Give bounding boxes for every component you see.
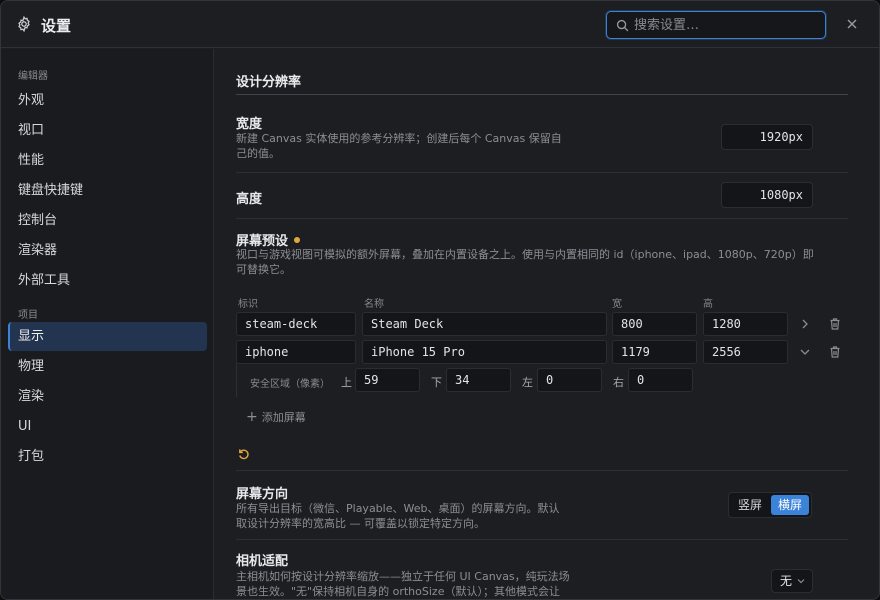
camera-fit-select[interactable]: 无 — [771, 569, 813, 593]
orientation-description-line-2: 取设计分辨率的宽高比 — 可覆盖以锁定特定方向。 — [236, 517, 485, 530]
column-header-id: 标识 — [238, 299, 258, 310]
reset-icon[interactable] — [237, 447, 251, 461]
divider — [236, 539, 848, 540]
divider — [236, 470, 848, 471]
sidebar-item-external-tools[interactable]: 外部工具 — [8, 266, 207, 295]
sidebar-item-rendering[interactable]: 渲染 — [8, 382, 207, 411]
safe-area-top-input[interactable]: 59 — [355, 368, 420, 392]
settings-panel: 设计分辨率 宽度 新建 Canvas 实体使用的参考分辨率；创建后每个 Canv… — [215, 49, 879, 599]
width-input[interactable]: 1920px — [721, 124, 813, 150]
width-description-line-2: 己的值。 — [236, 147, 280, 160]
orientation-label: 屏幕方向 — [236, 487, 289, 502]
sidebar-item-renderer[interactable]: 渲染器 — [8, 236, 207, 265]
column-header-name: 名称 — [364, 299, 384, 310]
safe-area-top-label: 上 — [341, 376, 352, 389]
close-icon[interactable] — [843, 15, 861, 33]
search-icon — [616, 19, 629, 32]
safe-area-bottom-input[interactable]: 34 — [446, 368, 511, 392]
sidebar-item-shortcuts[interactable]: 键盘快捷键 — [8, 176, 207, 205]
sidebar-item-packaging[interactable]: 打包 — [8, 442, 207, 471]
preset-width-input[interactable]: 800 — [612, 312, 697, 336]
safe-area-label: 安全区域（像素） — [250, 379, 330, 390]
width-description-line-1: 新建 Canvas 实体使用的参考分辨率；创建后每个 Canvas 保留自 — [236, 132, 562, 145]
window-title: 设置 — [41, 17, 72, 35]
height-input[interactable]: 1080px — [721, 182, 813, 208]
section-title: 设计分辨率 — [236, 75, 302, 90]
sidebar-item-physics[interactable]: 物理 — [8, 352, 207, 381]
preset-id-input[interactable]: steam-deck — [236, 312, 356, 336]
camera-fit-description-line-1: 主相机如何按设计分辨率缩放——独立于任何 UI Canvas，纯玩法场 — [236, 570, 570, 583]
section-divider — [236, 94, 848, 95]
safe-area-bottom-label: 下 — [431, 376, 442, 389]
sidebar-item-display[interactable]: 显示 — [8, 322, 207, 351]
preset-id-input[interactable]: iphone — [236, 340, 356, 364]
safe-area-right-input[interactable]: 0 — [628, 368, 693, 392]
add-screen-label: 添加屏幕 — [261, 411, 306, 424]
column-header-width: 宽 — [612, 299, 622, 310]
sidebar-item-ui[interactable]: UI — [8, 412, 207, 441]
trash-icon[interactable] — [828, 317, 842, 331]
sidebar-item-viewport[interactable]: 视口 — [8, 116, 207, 145]
safe-area-left-input[interactable]: 0 — [537, 368, 602, 392]
settings-window: 设置 编辑器 外观 视口 性能 键盘快捷键 控制台 渲染器 外部工具 项目 显示… — [0, 0, 880, 600]
preset-height-input[interactable]: 2556 — [703, 340, 788, 364]
preset-height-input[interactable]: 1280 — [703, 312, 788, 336]
divider — [236, 218, 848, 219]
orientation-landscape-option[interactable]: 横屏 — [771, 495, 809, 515]
divider — [236, 172, 848, 173]
camera-fit-label: 相机适配 — [236, 554, 289, 569]
orientation-toggle: 竖屏 横屏 — [728, 492, 812, 518]
safe-area-editor: 安全区域（像素） 上 59 下 34 左 0 右 0 — [236, 363, 808, 397]
sidebar-item-console[interactable]: 控制台 — [8, 206, 207, 235]
width-label: 宽度 — [236, 117, 263, 132]
sidebar: 编辑器 外观 视口 性能 键盘快捷键 控制台 渲染器 外部工具 项目 显示 物理… — [1, 49, 214, 599]
height-label: 高度 — [236, 192, 263, 207]
add-screen-button[interactable]: + 添加屏幕 — [246, 409, 306, 425]
sidebar-item-appearance[interactable]: 外观 — [8, 86, 207, 115]
safe-area-left-label: 左 — [522, 376, 533, 389]
preset-name-input[interactable]: Steam Deck — [362, 312, 607, 336]
preset-width-input[interactable]: 1179 — [612, 340, 697, 364]
gear-icon — [18, 16, 30, 32]
plus-icon: + — [246, 409, 258, 425]
presets-description-line-1: 视口与游戏视图可模拟的额外屏幕，叠加在内置设备之上。使用与内置相同的 id（ip… — [236, 248, 814, 261]
chevron-right-icon[interactable] — [798, 317, 812, 331]
trash-icon[interactable] — [828, 345, 842, 359]
chevron-down-icon[interactable] — [798, 345, 812, 359]
sidebar-group-project: 项目 — [18, 310, 38, 321]
sidebar-item-performance[interactable]: 性能 — [8, 146, 207, 175]
camera-fit-description-line-2: 景也生效。"无"保持相机自身的 orthoSize（默认）；其他模式会让 — [236, 585, 560, 598]
search-input[interactable] — [634, 15, 819, 35]
sidebar-group-editor: 编辑器 — [18, 71, 48, 82]
chevron-down-icon — [797, 579, 805, 584]
column-header-height: 高 — [703, 299, 713, 310]
titlebar: 设置 — [1, 1, 879, 48]
orientation-portrait-option[interactable]: 竖屏 — [731, 495, 769, 515]
orientation-description-line-1: 所有导出目标（微信、Playable、Web、桌面）的屏幕方向。默认 — [236, 502, 560, 515]
camera-fit-value: 无 — [780, 574, 793, 588]
safe-area-right-label: 右 — [613, 376, 624, 389]
modified-indicator-dot — [294, 237, 301, 243]
presets-description-line-2: 可替换它。 — [236, 263, 291, 276]
preset-name-input[interactable]: iPhone 15 Pro — [362, 340, 607, 364]
search-box[interactable] — [606, 11, 826, 39]
